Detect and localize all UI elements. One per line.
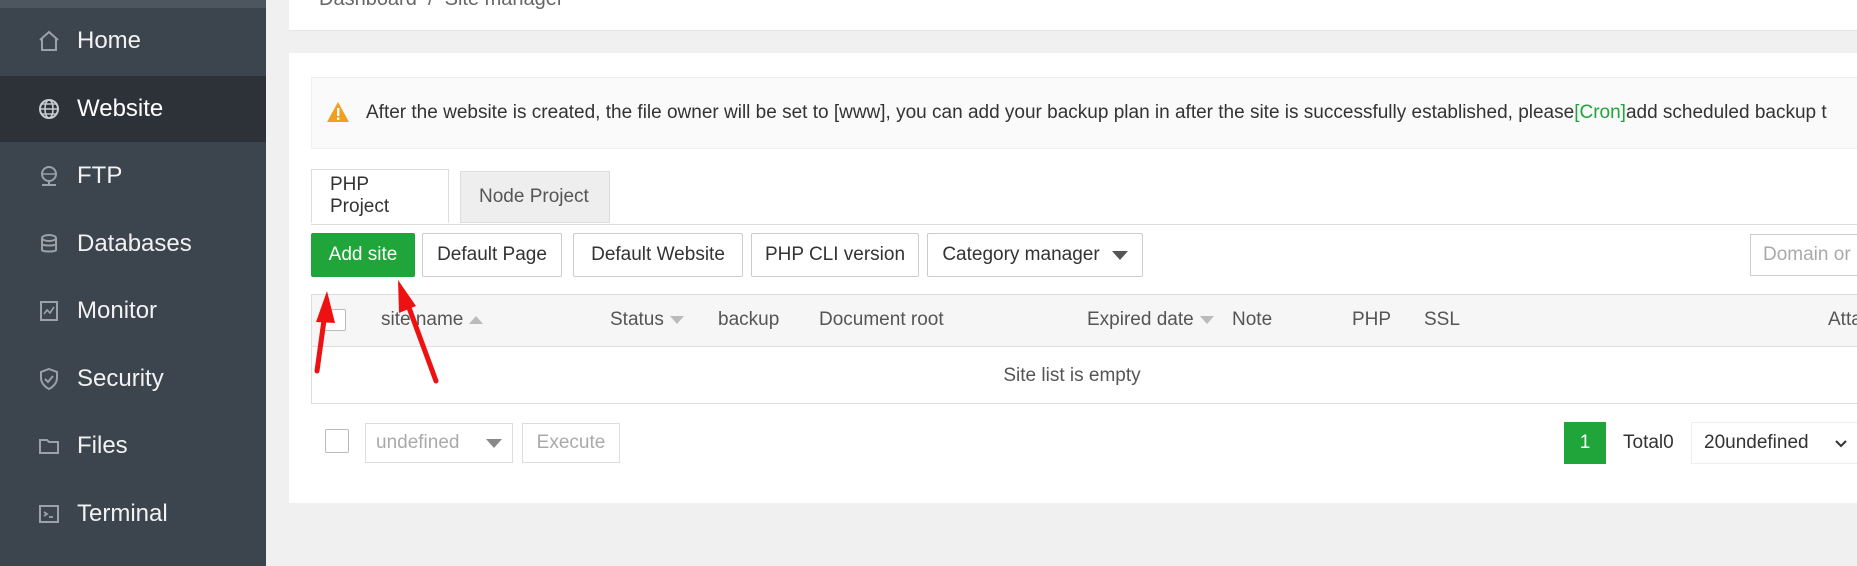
cron-link[interactable]: [Cron] bbox=[1574, 102, 1626, 123]
sidebar-item-label: Terminal bbox=[77, 500, 168, 527]
default-page-button[interactable]: Default Page bbox=[422, 233, 562, 277]
table-header: site name Status backup Document root Ex… bbox=[312, 295, 1857, 347]
column-expired-date[interactable]: Expired date bbox=[1087, 309, 1214, 331]
column-php: PHP bbox=[1352, 309, 1392, 330]
notice-text-after: add scheduled backup t bbox=[1625, 102, 1827, 123]
terminal-icon bbox=[37, 502, 61, 526]
sidebar-item-label: Files bbox=[77, 432, 128, 459]
globe-icon bbox=[37, 97, 61, 121]
sidebar-item-label: Website bbox=[77, 95, 164, 122]
sidebar-item-label: FTP bbox=[77, 162, 123, 189]
monitor-icon bbox=[37, 299, 61, 323]
execute-button[interactable]: Execute bbox=[522, 423, 620, 463]
category-manager-label: Category manager bbox=[942, 244, 1100, 265]
site-table: site name Status backup Document root Ex… bbox=[311, 294, 1857, 404]
sidebar-item-databases[interactable]: Databases bbox=[0, 211, 266, 277]
pagination-current-page[interactable]: 1 bbox=[1564, 422, 1606, 464]
default-website-button[interactable]: Default Website bbox=[573, 233, 743, 277]
sidebar-item-label: Security bbox=[77, 365, 164, 392]
column-attach: Atta bbox=[1828, 309, 1857, 330]
pagination-total: Total0 bbox=[1623, 432, 1674, 453]
sidebar-item-terminal[interactable]: Terminal bbox=[0, 481, 266, 547]
php-cli-version-button[interactable]: PHP CLI version bbox=[751, 233, 919, 277]
main-panel: After the website is created, the file o… bbox=[289, 53, 1857, 503]
sidebar-item-website[interactable]: Website bbox=[0, 76, 266, 142]
notice-text: After the website is created, the file o… bbox=[366, 102, 1827, 124]
notice-banner: After the website is created, the file o… bbox=[311, 77, 1857, 149]
chevron-down-icon bbox=[1833, 436, 1849, 458]
folder-icon bbox=[37, 434, 61, 458]
empty-list-message: Site list is empty bbox=[1003, 365, 1141, 386]
domain-search-input[interactable]: Domain or bbox=[1750, 234, 1857, 276]
ftp-icon bbox=[37, 164, 61, 188]
database-icon bbox=[37, 232, 61, 256]
caret-down-icon bbox=[1111, 250, 1128, 260]
sidebar-item-security[interactable]: Security bbox=[0, 346, 266, 412]
sort-down-icon bbox=[1199, 315, 1214, 324]
column-site-name[interactable]: site name bbox=[381, 309, 484, 331]
sidebar-item-home[interactable]: Home bbox=[0, 8, 266, 74]
shield-icon bbox=[37, 367, 61, 391]
footer-select-checkbox[interactable] bbox=[325, 429, 349, 453]
page-size-select[interactable]: 20undefined bbox=[1691, 422, 1857, 464]
column-document-root: Document root bbox=[819, 309, 944, 330]
column-backup: backup bbox=[718, 309, 780, 330]
sidebar-item-label: Databases bbox=[77, 230, 192, 257]
sort-up-icon bbox=[469, 315, 484, 324]
notice-text-before: After the website is created, the file o… bbox=[366, 102, 1575, 123]
select-all-checkbox[interactable] bbox=[324, 309, 346, 331]
sidebar: Home Website FTP Databases Monitor Secur… bbox=[0, 0, 266, 566]
sort-down-icon bbox=[669, 315, 684, 324]
sidebar-item-label: Home bbox=[77, 27, 142, 54]
sidebar-item-files[interactable]: Files bbox=[0, 413, 266, 479]
tab-node-project[interactable]: Node Project bbox=[460, 171, 610, 223]
sidebar-item-label: Monitor bbox=[77, 297, 158, 324]
sidebar-top-strip bbox=[0, 0, 266, 8]
tab-php-project[interactable]: PHP Project bbox=[311, 169, 449, 223]
column-ssl: SSL bbox=[1424, 309, 1460, 330]
breadcrumb-panel: Dashboard / Site manager bbox=[289, 0, 1857, 31]
column-note: Note bbox=[1232, 309, 1273, 330]
caret-down-icon bbox=[486, 439, 502, 448]
add-site-button[interactable]: Add site bbox=[311, 233, 415, 277]
warning-icon bbox=[326, 101, 350, 129]
sidebar-item-monitor[interactable]: Monitor bbox=[0, 278, 266, 344]
tabs-divider bbox=[311, 224, 1857, 225]
sidebar-item-ftp[interactable]: FTP bbox=[0, 143, 266, 209]
category-manager-dropdown[interactable]: Category manager bbox=[927, 233, 1143, 277]
column-status[interactable]: Status bbox=[610, 309, 684, 331]
batch-action-select[interactable]: undefined bbox=[365, 423, 513, 463]
batch-action-value: undefined bbox=[376, 432, 460, 453]
home-icon bbox=[37, 29, 61, 53]
page-size-value: 20undefined bbox=[1704, 432, 1809, 453]
breadcrumb: Dashboard / Site manager bbox=[319, 0, 564, 11]
